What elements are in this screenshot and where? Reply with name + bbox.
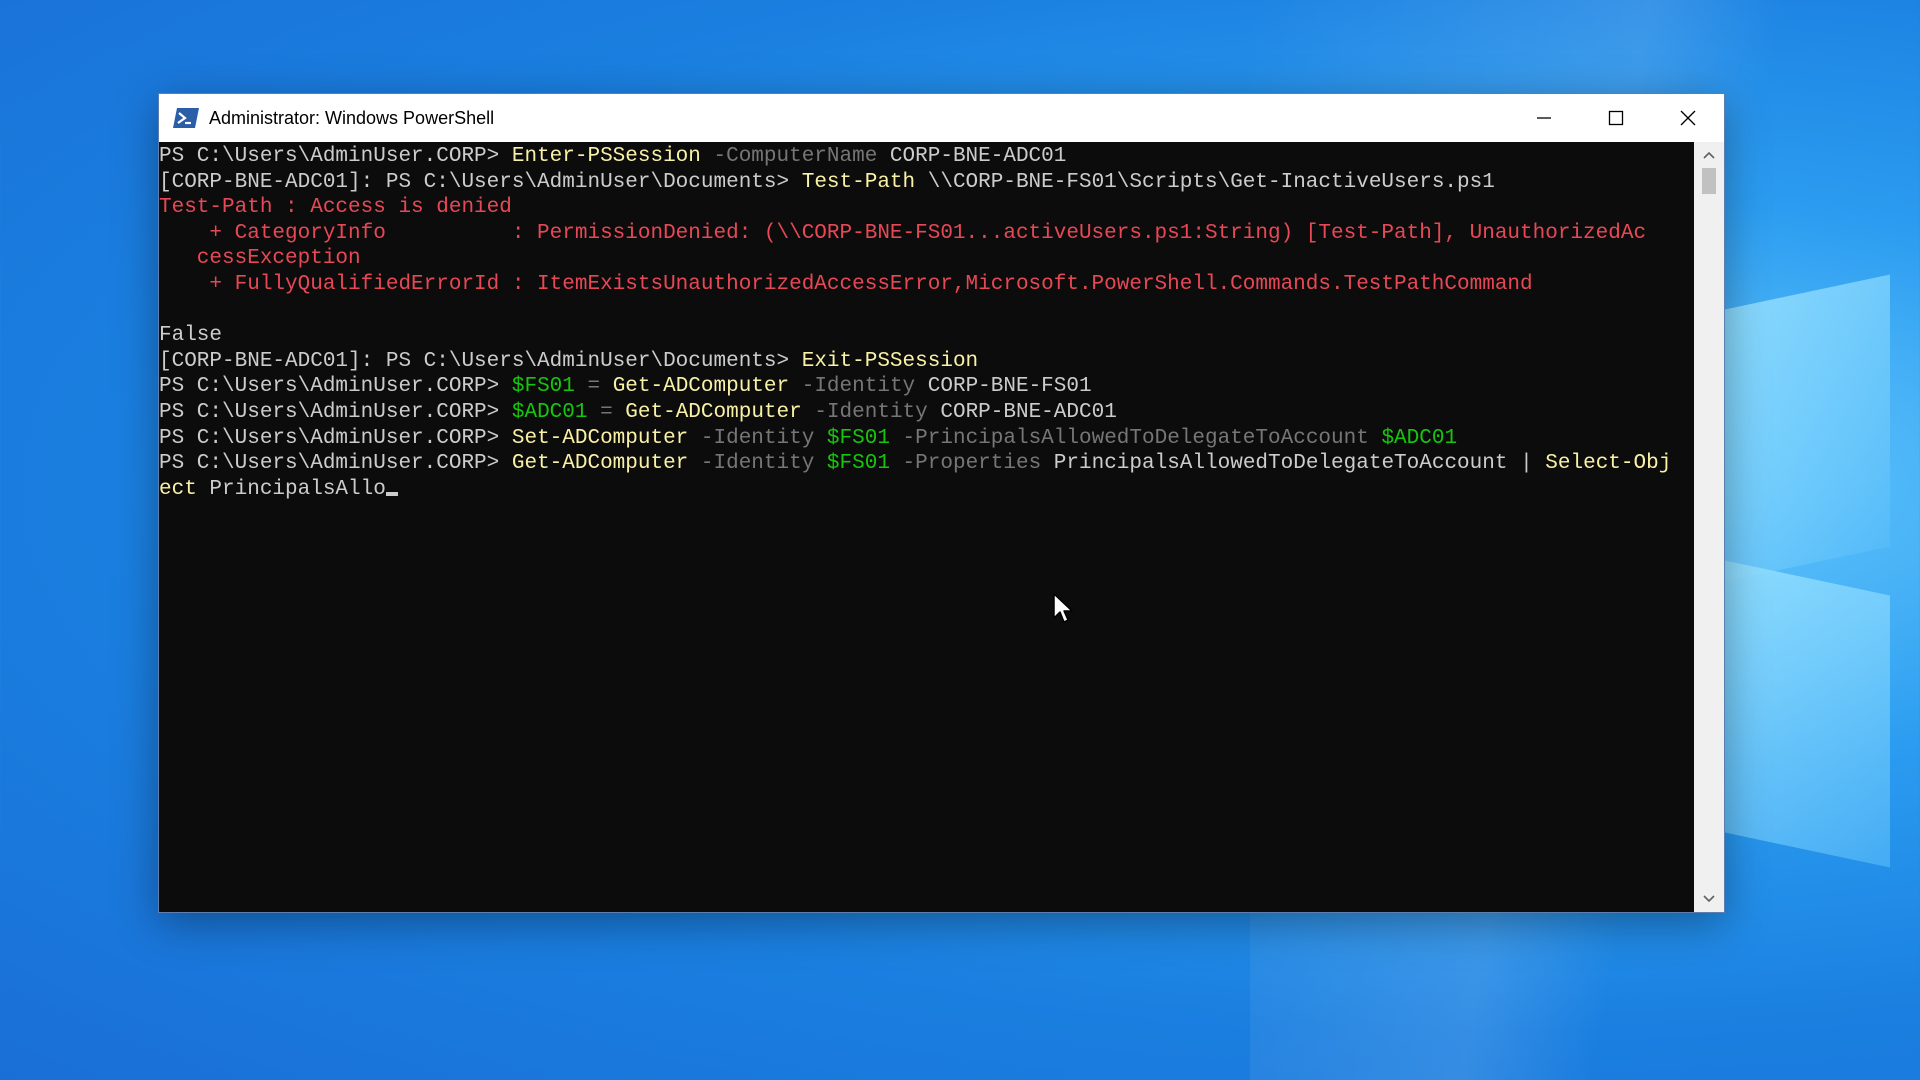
- console-segment: + FullyQualifiedErrorId : ItemExistsUnau…: [159, 272, 1533, 296]
- console-segment: Exit-PSSession: [801, 349, 979, 373]
- console-segment: False: [159, 324, 223, 348]
- powershell-icon: [173, 108, 199, 128]
- console-segment: $FS01: [814, 452, 890, 476]
- console-line: PS C:\Users\AdminUser.CORP> Enter-PSSess…: [159, 144, 1694, 170]
- console-segment: -Identity: [789, 375, 916, 399]
- console-segment: =: [574, 375, 613, 399]
- console-segment: PrincipalsAllowedToDelegateToAccount |: [1041, 452, 1546, 476]
- console-segment: PS C:\Users\AdminUser.CORP>: [159, 145, 512, 168]
- console-segment: $ADC01: [511, 400, 588, 424]
- console-segment: -PrincipalsAllowedToDelegateToAccount: [889, 426, 1369, 450]
- console-segment: =: [587, 400, 626, 424]
- close-icon: [1680, 110, 1696, 126]
- console-segment: CORP-BNE-ADC01: [927, 400, 1117, 424]
- console-output[interactable]: PS C:\Users\AdminUser.CORP> Enter-PSSess…: [159, 142, 1694, 912]
- console-segment: Set-ADComputer: [511, 426, 689, 450]
- console-segment: PS C:\Users\AdminUser.CORP>: [159, 400, 512, 424]
- console-segment: CORP-BNE-FS01: [915, 375, 1092, 399]
- console-segment: Select-Obj: [1545, 452, 1672, 476]
- console-segment: -Identity: [688, 452, 815, 476]
- console-segment: $FS01: [511, 375, 575, 399]
- console-segment: ect: [159, 477, 197, 501]
- console-segment: Get-ADComputer: [511, 452, 689, 476]
- maximize-icon: [1608, 110, 1624, 126]
- console-segment: CORP-BNE-ADC01: [877, 145, 1067, 168]
- scroll-up-button[interactable]: [1694, 142, 1724, 168]
- maximize-button[interactable]: [1580, 94, 1652, 142]
- minimize-button[interactable]: [1508, 94, 1580, 142]
- windows-logo-pane-bottom: [1725, 560, 1890, 868]
- console-segment: PS C:\Users\AdminUser.CORP>: [159, 426, 512, 450]
- window-title: Administrator: Windows PowerShell: [209, 107, 495, 128]
- chevron-up-icon: [1703, 151, 1715, 159]
- console-segment: $FS01: [814, 426, 890, 450]
- console-segment: [CORP-BNE-ADC01]: PS C:\Users\AdminUser\…: [159, 170, 802, 194]
- console-segment: Enter-PSSession: [511, 145, 701, 168]
- console-line: Test-Path : Access is denied: [159, 195, 1694, 221]
- console-segment: $ADC01: [1368, 426, 1458, 450]
- scrollbar-thumb[interactable]: [1702, 168, 1716, 194]
- console-line: ect PrincipalsAllo: [159, 477, 1694, 503]
- console-segment: cessException: [159, 247, 361, 271]
- console-line: + FullyQualifiedErrorId : ItemExistsUnau…: [159, 272, 1694, 298]
- scroll-down-button[interactable]: [1694, 886, 1724, 912]
- windows-logo-pane-top: [1725, 274, 1890, 582]
- console-segment: -ComputerName: [700, 145, 878, 168]
- mouse-pointer-icon: [1053, 593, 1073, 623]
- text-cursor: [385, 491, 398, 496]
- console-line: [CORP-BNE-ADC01]: PS C:\Users\AdminUser\…: [159, 170, 1694, 196]
- chevron-down-icon: [1703, 895, 1715, 903]
- console-line: PS C:\Users\AdminUser.CORP> Set-ADComput…: [159, 426, 1694, 452]
- minimize-icon: [1537, 117, 1551, 119]
- console-segment: \\CORP-BNE-FS01\Scripts\Get-InactiveUser…: [915, 170, 1495, 194]
- console-segment: -Properties: [889, 452, 1042, 476]
- powershell-window[interactable]: Administrator: Windows PowerShell PS C:\…: [158, 93, 1725, 913]
- console-segment: [CORP-BNE-ADC01]: PS C:\Users\AdminUser\…: [159, 349, 802, 373]
- console-segment: -Identity: [801, 400, 928, 424]
- console-line: PS C:\Users\AdminUser.CORP> $ADC01 = Get…: [159, 400, 1694, 426]
- console-line: [CORP-BNE-ADC01]: PS C:\Users\AdminUser\…: [159, 349, 1694, 375]
- console-line: + CategoryInfo : PermissionDenied: (\\CO…: [159, 221, 1694, 247]
- console-segment: Test-Path : Access is denied: [159, 196, 512, 220]
- console-segment: PrincipalsAllo: [196, 477, 386, 501]
- close-button[interactable]: [1652, 94, 1724, 142]
- title-bar[interactable]: Administrator: Windows PowerShell: [159, 94, 1724, 142]
- console-segment: Get-ADComputer: [612, 375, 790, 399]
- console-line: False: [159, 323, 1694, 349]
- console-line: PS C:\Users\AdminUser.CORP> $FS01 = Get-…: [159, 374, 1694, 400]
- console-segment: PS C:\Users\AdminUser.CORP>: [159, 375, 512, 399]
- console-line: PS C:\Users\AdminUser.CORP> Get-ADComput…: [159, 451, 1694, 477]
- console-line: cessException: [159, 246, 1694, 272]
- console-segment: + CategoryInfo : PermissionDenied: (\\CO…: [159, 221, 1647, 245]
- console-lines: PS C:\Users\AdminUser.CORP> Enter-PSSess…: [159, 142, 1694, 502]
- console-segment: PS C:\Users\AdminUser.CORP>: [159, 452, 512, 476]
- console-segment: Test-Path: [801, 170, 916, 194]
- console-segment: -Identity: [688, 426, 815, 450]
- console-segment: Get-ADComputer: [625, 400, 802, 424]
- vertical-scrollbar[interactable]: [1694, 142, 1724, 912]
- window-controls: [1508, 94, 1724, 142]
